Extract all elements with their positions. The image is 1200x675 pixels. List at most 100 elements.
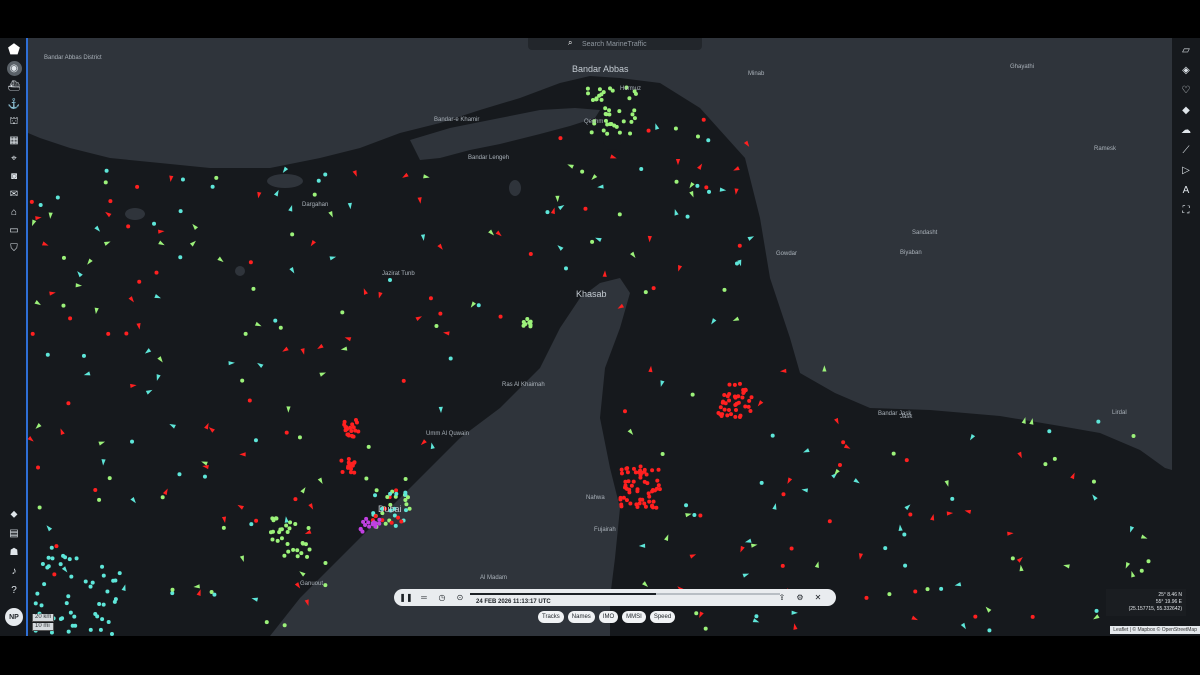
vessel-marker[interactable] bbox=[377, 517, 382, 522]
vessel-marker[interactable] bbox=[628, 131, 633, 136]
pause-button[interactable]: ❚❚ bbox=[399, 592, 412, 604]
vessel-marker[interactable] bbox=[68, 316, 73, 321]
playback-bar[interactable]: ❚❚ ═ ◷ ⊙ 24 FEB 2026 11:13:17 UTC ⇪ ⚙ ✕ bbox=[394, 589, 836, 606]
vessel-marker[interactable] bbox=[647, 494, 652, 499]
vessel-marker[interactable] bbox=[732, 382, 737, 387]
vessel-marker[interactable] bbox=[607, 108, 612, 113]
vessel-marker[interactable] bbox=[594, 96, 599, 101]
vessel-marker[interactable] bbox=[703, 626, 708, 631]
vessel-marker[interactable] bbox=[345, 432, 350, 437]
vessel-marker[interactable] bbox=[704, 185, 709, 190]
vessel-marker[interactable] bbox=[404, 502, 409, 507]
vessel-marker[interactable] bbox=[701, 117, 706, 122]
vessel-marker[interactable] bbox=[284, 430, 289, 435]
vessel-marker[interactable] bbox=[887, 592, 892, 597]
vessel-marker[interactable] bbox=[647, 499, 652, 504]
document-icon[interactable]: ▤ bbox=[0, 524, 28, 543]
vessel-marker[interactable] bbox=[908, 512, 913, 517]
vessel-marker[interactable] bbox=[733, 408, 738, 413]
vessel-marker[interactable] bbox=[358, 526, 363, 531]
vessel-marker[interactable] bbox=[36, 465, 41, 470]
vessel-marker[interactable] bbox=[295, 554, 300, 559]
vessel-marker[interactable] bbox=[428, 296, 433, 301]
map-canvas[interactable] bbox=[0, 38, 1200, 636]
map-icon[interactable]: ▱ bbox=[1172, 40, 1200, 60]
vessel-marker[interactable] bbox=[100, 564, 105, 569]
vessel-marker[interactable] bbox=[180, 177, 185, 182]
vessel-marker[interactable] bbox=[249, 522, 254, 527]
vessel-marker[interactable] bbox=[113, 597, 118, 602]
vessel-marker[interactable] bbox=[306, 525, 311, 530]
vessel-marker[interactable] bbox=[642, 479, 647, 484]
search-bar[interactable]: ⌕ Search MarineTraffic bbox=[528, 38, 702, 50]
vessel-marker[interactable] bbox=[366, 444, 371, 449]
vessel-marker[interactable] bbox=[1091, 479, 1096, 484]
vessel-marker[interactable] bbox=[690, 392, 695, 397]
help-icon[interactable]: ? bbox=[0, 581, 28, 600]
vessel-marker[interactable] bbox=[70, 623, 75, 628]
vessel-marker[interactable] bbox=[692, 513, 697, 518]
weather-icon[interactable]: ☁ bbox=[1172, 120, 1200, 140]
vessel-marker[interactable] bbox=[601, 90, 606, 95]
vessel-marker[interactable] bbox=[277, 530, 282, 535]
vessel-marker[interactable] bbox=[286, 549, 291, 554]
vessel-marker[interactable] bbox=[434, 323, 439, 328]
marinetraffic-logo-icon[interactable]: ⬟ bbox=[0, 39, 28, 59]
vessel-marker[interactable] bbox=[657, 487, 662, 492]
vessel-marker[interactable] bbox=[736, 394, 741, 399]
vessel-marker[interactable] bbox=[279, 536, 284, 541]
vessel-marker[interactable] bbox=[925, 587, 930, 592]
vessel-marker[interactable] bbox=[46, 555, 51, 560]
vessel-marker[interactable] bbox=[373, 493, 378, 498]
port-icon[interactable]: ⛫ bbox=[0, 113, 28, 131]
vessel-marker[interactable] bbox=[618, 495, 623, 500]
vessel-marker[interactable] bbox=[50, 556, 55, 561]
vessel-marker[interactable] bbox=[387, 278, 392, 283]
vessel-marker[interactable] bbox=[563, 266, 568, 271]
vessel-marker[interactable] bbox=[64, 601, 69, 606]
vessel-marker[interactable] bbox=[619, 502, 624, 507]
vessel-marker[interactable] bbox=[1052, 456, 1057, 461]
vessel-marker[interactable] bbox=[939, 586, 944, 591]
vessel-marker[interactable] bbox=[1146, 559, 1151, 564]
vessel-marker[interactable] bbox=[904, 458, 909, 463]
vessel-marker[interactable] bbox=[293, 521, 298, 526]
vessel-marker[interactable] bbox=[1047, 429, 1052, 434]
vessel-marker[interactable] bbox=[160, 495, 165, 500]
vessel-marker[interactable] bbox=[749, 395, 754, 400]
vessel-marker[interactable] bbox=[476, 303, 481, 308]
vessel-marker[interactable] bbox=[373, 521, 378, 526]
vessel-marker[interactable] bbox=[42, 582, 47, 587]
vessel-marker[interactable] bbox=[312, 192, 317, 197]
vessel-marker[interactable] bbox=[307, 547, 312, 552]
vessel-marker[interactable] bbox=[903, 563, 908, 568]
vessel-marker[interactable] bbox=[74, 556, 79, 561]
vessel-marker[interactable] bbox=[405, 495, 410, 500]
search-input[interactable]: Search MarineTraffic bbox=[582, 41, 647, 48]
chip-tracks[interactable]: Tracks bbox=[538, 611, 564, 623]
vessel-marker[interactable] bbox=[63, 555, 68, 560]
vessel-marker[interactable] bbox=[674, 179, 679, 184]
text-icon[interactable]: A bbox=[1172, 180, 1200, 200]
vessel-marker[interactable] bbox=[126, 224, 131, 229]
vessel-marker[interactable] bbox=[605, 122, 610, 127]
vessel-marker[interactable] bbox=[278, 325, 283, 330]
vessel-marker[interactable] bbox=[528, 319, 533, 324]
vessel-marker[interactable] bbox=[528, 251, 533, 256]
vessel-marker[interactable] bbox=[580, 169, 585, 174]
vessel-marker[interactable] bbox=[351, 434, 356, 439]
vessel-marker[interactable] bbox=[55, 195, 60, 200]
building-icon[interactable]: ▦ bbox=[0, 131, 28, 149]
vessel-marker[interactable] bbox=[103, 180, 108, 185]
vessel-marker[interactable] bbox=[521, 320, 526, 325]
vessel-marker[interactable] bbox=[374, 488, 379, 493]
vessel-marker[interactable] bbox=[364, 476, 369, 481]
vessel-marker[interactable] bbox=[37, 505, 42, 510]
vessel-marker[interactable] bbox=[498, 314, 503, 319]
vessel-marker[interactable] bbox=[282, 623, 287, 628]
vessel-marker[interactable] bbox=[973, 614, 978, 619]
vessel-marker[interactable] bbox=[93, 487, 98, 492]
vessel-marker[interactable] bbox=[66, 629, 71, 634]
vessel-marker[interactable] bbox=[45, 352, 50, 357]
vessel-marker[interactable] bbox=[950, 496, 955, 501]
